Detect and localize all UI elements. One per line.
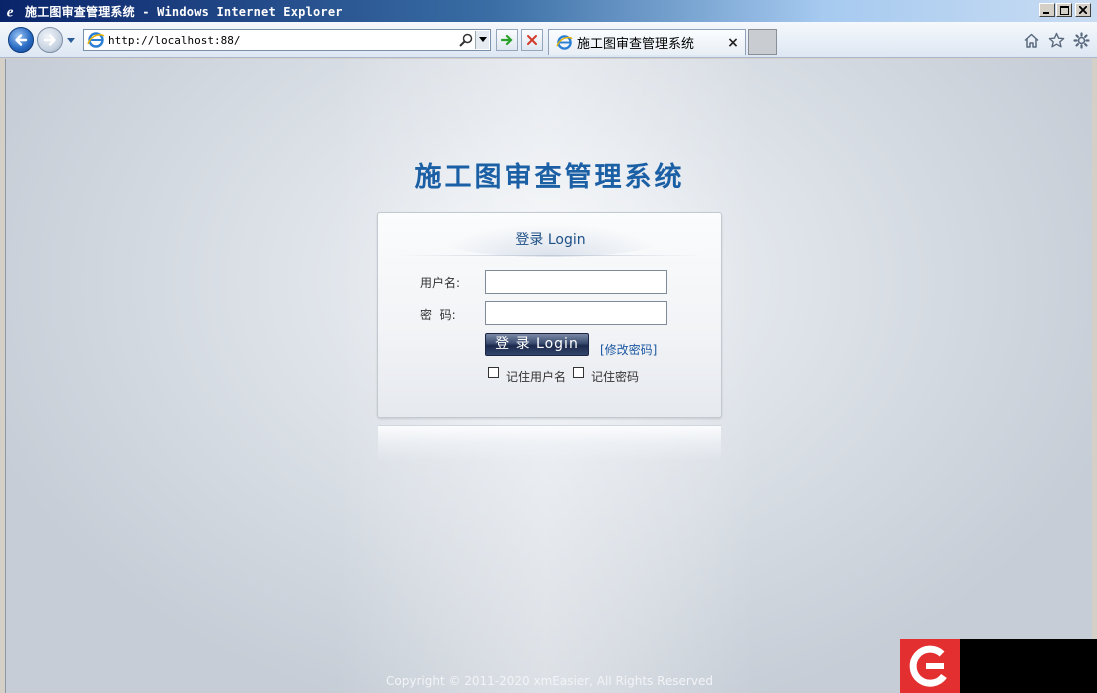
password-input[interactable] [485,301,667,325]
back-arrow-icon [15,34,28,46]
browser-tab[interactable]: 施工图审查管理系统 × [548,29,746,55]
remember-username-checkbox[interactable] [488,367,499,378]
login-button[interactable]: 登 录 Login [485,333,589,356]
remember-username-label[interactable]: 记住用户名 [506,368,566,385]
login-panel: 登录 Login 用户名: 密 码: 登 录 Login [修改密码] 记住用户… [377,212,722,418]
forward-arrow-icon [43,34,56,46]
watermark-logo-mark [900,639,960,693]
tab-close-button[interactable]: × [726,36,740,50]
page-title: 施工图审查管理系统 [414,162,685,193]
close-window-button[interactable] [1075,3,1091,17]
tab-title: 施工图审查管理系统 [577,37,695,52]
maximize-button[interactable] [1056,3,1072,17]
history-dropdown-icon[interactable] [66,35,76,45]
url-text[interactable]: http://localhost:88/ [108,34,458,47]
chevron-down-icon [478,37,487,42]
go-arrow-icon [500,34,513,46]
close-icon [1079,6,1087,14]
go-button[interactable] [496,29,518,51]
logo-icon [909,645,947,687]
login-heading: 登录 Login [515,232,586,248]
page-viewport: 施工图审查管理系统 登录 Login 用户名: 密 码: 登 录 Login [… [5,59,1092,693]
favorites-button[interactable] [1047,31,1066,50]
ie-icon [87,32,105,48]
heading-divider [398,255,703,256]
username-input[interactable] [485,270,667,294]
remember-password-label[interactable]: 记住密码 [591,368,639,385]
maximize-icon [1059,5,1069,15]
password-label: 密 码: [420,308,456,322]
address-dropdown-button[interactable] [475,31,489,49]
minimize-button[interactable] [1039,3,1055,17]
window-title-bar[interactable]: e 施工图审查管理系统 - Windows Internet Explorer [0,0,1097,22]
window-title: 施工图审查管理系统 - Windows Internet Explorer [25,4,343,19]
favorites-star-icon [1048,32,1065,48]
remember-password-checkbox[interactable] [573,367,584,378]
home-icon [1024,33,1039,48]
watermark-logo [900,639,1097,693]
ie-icon [556,35,573,50]
browser-navigation-bar: http://localhost:88/ 施工图审查管理系统 × [0,22,1097,58]
search-icon[interactable] [458,32,474,48]
stop-button[interactable] [521,29,543,51]
ie-icon: e [4,2,22,20]
forward-button[interactable] [37,27,63,53]
browser-tool-icons [1022,31,1091,50]
window-controls [1039,3,1091,17]
change-password-link[interactable]: [修改密码] [600,341,657,358]
login-panel-reflection [378,425,721,461]
minimize-icon [1043,12,1049,14]
stop-icon [527,35,537,45]
home-button[interactable] [1022,31,1041,50]
new-tab-button[interactable] [748,29,777,55]
address-bar[interactable]: http://localhost:88/ [83,29,491,51]
tools-button[interactable] [1072,31,1091,50]
svg-text:e: e [7,4,14,19]
back-button[interactable] [8,27,34,53]
gear-icon [1073,32,1090,49]
username-label: 用户名: [420,276,461,290]
